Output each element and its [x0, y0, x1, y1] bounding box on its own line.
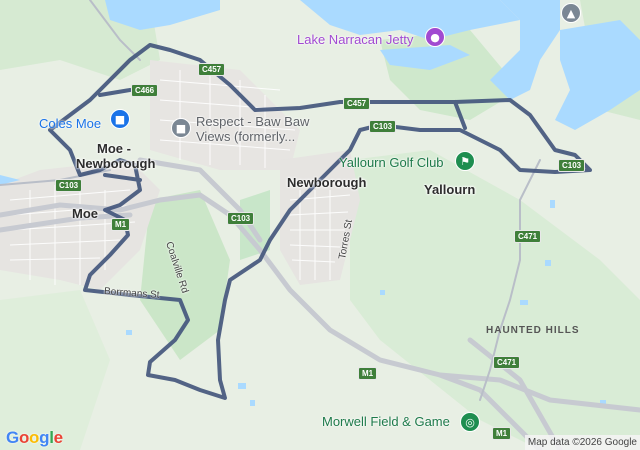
town-label-moe: Moe: [72, 206, 98, 221]
shopping-cart-icon[interactable]: ■: [110, 109, 130, 129]
town-label-yallourn: Yallourn: [424, 182, 476, 197]
route-shield-c103-north: C103: [369, 120, 397, 133]
town-label-newborough: Newborough: [287, 175, 367, 190]
route-shield-m1-south: M1: [492, 427, 512, 440]
route-shield-c471-north: C471: [514, 230, 542, 243]
route-shield-c103-west: C103: [55, 179, 83, 192]
route-shield-c103-east: C103: [558, 159, 586, 172]
route-shield-c471-south: C471: [493, 356, 521, 369]
route-shield-m1-centre: M1: [358, 367, 378, 380]
poi-label-coles-moe[interactable]: Coles Moe: [39, 116, 101, 131]
golf-icon[interactable]: ⚑: [455, 151, 475, 171]
poi-label-lake-narracan-jetty[interactable]: Lake Narracan Jetty: [297, 32, 413, 47]
town-label-moe-newborough-line1: Moe -: [97, 141, 131, 156]
route-shield-m1-west: M1: [111, 218, 131, 231]
route-shield-c457-east: C457: [343, 97, 371, 110]
map-canvas[interactable]: C457 C466 C103 C103 C103 C103 C457 M1 M1…: [0, 0, 640, 450]
map-attribution[interactable]: Map data ©2026 Google: [524, 435, 640, 450]
graduation-cap-icon[interactable]: ▲: [561, 3, 581, 23]
route-shield-c466: C466: [131, 84, 159, 97]
poi-label-yallourn-golf-club[interactable]: Yallourn Golf Club: [339, 155, 444, 170]
camera-icon[interactable]: ●: [425, 27, 445, 47]
target-icon[interactable]: ◎: [460, 412, 480, 432]
poi-label-respect-line2[interactable]: Views (formerly...: [196, 129, 295, 144]
route-shield-c103-centre: C103: [227, 212, 255, 225]
route-shield-c457: C457: [198, 63, 226, 76]
poi-label-morwell-field-game[interactable]: Morwell Field & Game: [322, 414, 450, 429]
landmark-icon[interactable]: ■: [171, 118, 191, 138]
map-base-layer: [0, 0, 640, 450]
poi-label-respect-line1[interactable]: Respect - Baw Baw: [196, 114, 309, 129]
region-label-haunted-hills: HAUNTED HILLS: [486, 325, 580, 336]
google-logo: Google: [6, 428, 63, 447]
town-label-moe-newborough-line2: Newborough: [76, 156, 156, 171]
